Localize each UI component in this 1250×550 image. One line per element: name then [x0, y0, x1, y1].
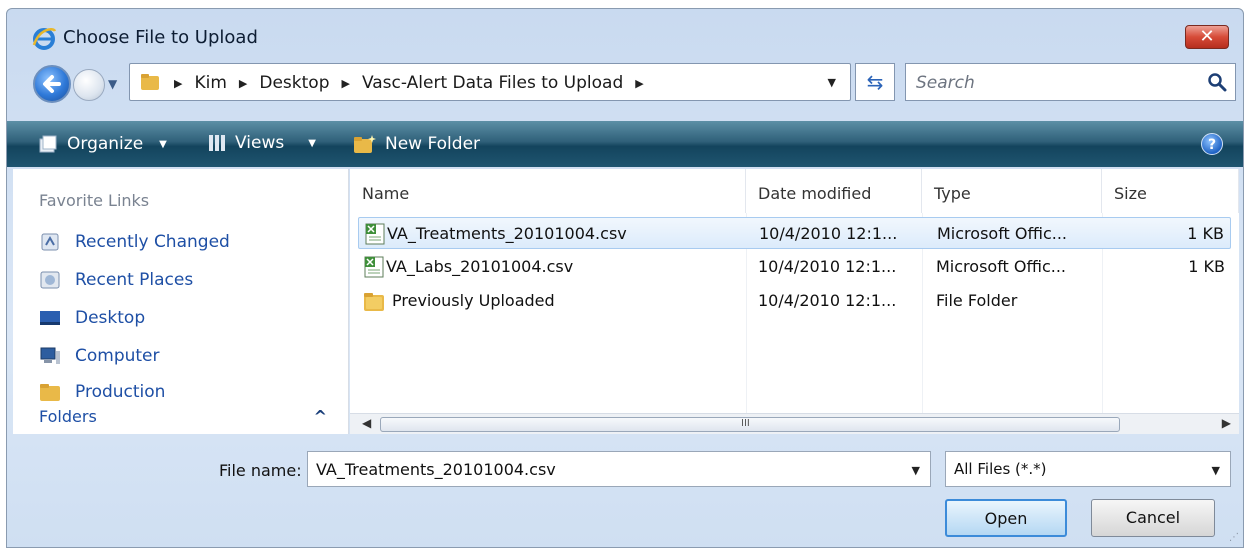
nav-item-label: Production [75, 382, 166, 402]
breadcrumb: ▶ Kim ▶ Desktop ▶ Vasc-Alert Data Files … [168, 73, 656, 93]
organize-label: Organize [67, 134, 144, 154]
file-type-select[interactable]: All Files (*.*) ▼ [945, 451, 1231, 487]
column-header-label: Name [362, 184, 410, 203]
cancel-button[interactable]: Cancel [1091, 499, 1215, 537]
file-name-input[interactable]: VA_Treatments_20101004.csv ▼ [307, 451, 931, 487]
folders-toggle[interactable]: Folders ^ [39, 407, 339, 433]
refresh-icon: ⇆ [866, 70, 884, 94]
desktop-icon [40, 311, 60, 325]
folder-icon [141, 74, 159, 90]
window-title: Choose File to Upload [63, 27, 258, 48]
address-bar[interactable]: ▶ Kim ▶ Desktop ▶ Vasc-Alert Data Files … [129, 63, 851, 101]
file-type: File Folder [936, 291, 1018, 310]
nav-item-label: Desktop [75, 308, 146, 328]
scroll-right-icon[interactable]: ▶ [1222, 416, 1231, 430]
title-bar[interactable]: Choose File to Upload ✕ [7, 9, 1243, 55]
recently-changed-icon [41, 233, 59, 251]
address-dropdown-icon[interactable]: ▼ [828, 76, 836, 89]
column-header-label: Size [1114, 184, 1147, 203]
file-name-value: VA_Treatments_20101004.csv [316, 460, 556, 479]
search-icon[interactable] [1207, 72, 1227, 92]
recent-places-icon [40, 271, 60, 289]
nav-item-recently-changed[interactable]: Recently Changed [39, 231, 230, 253]
file-date: 10/4/2010 12:1... [758, 291, 897, 310]
file-size: 1 KB [1188, 257, 1225, 276]
breadcrumb-item-kim[interactable]: Kim [194, 73, 226, 93]
open-button[interactable]: Open [945, 499, 1067, 537]
file-name: VA_Treatments_20101004.csv [387, 224, 627, 243]
folder-icon [364, 293, 384, 311]
resize-grip-icon[interactable]: ⋰ [1229, 532, 1239, 543]
file-row[interactable]: VA_Treatments_20101004.csv 10/4/2010 12:… [358, 217, 1231, 249]
views-dropdown-icon: ▼ [308, 137, 316, 149]
chevron-down-icon: ▼ [1211, 464, 1220, 477]
breadcrumb-item-vasc-alert[interactable]: Vasc-Alert Data Files to Upload [362, 73, 623, 93]
column-header-label: Date modified [758, 184, 872, 203]
new-folder-label: New Folder [385, 134, 481, 154]
new-folder-button[interactable]: New Folder [353, 133, 480, 155]
navigation-pane: Favorite Links Recently Changed Recent P… [13, 169, 349, 434]
views-button[interactable]: Views ▼ [207, 133, 316, 153]
command-toolbar: Organize ▼ Views ▼ New Folder ? [7, 121, 1243, 167]
favorite-links-heading: Favorite Links [39, 191, 150, 210]
refresh-button[interactable]: ⇆ [855, 63, 895, 101]
breadcrumb-separator-icon[interactable]: ▶ [341, 77, 349, 90]
history-dropdown-icon[interactable]: ▼ [108, 77, 117, 91]
excel-csv-icon [365, 223, 385, 245]
forward-button[interactable] [73, 69, 105, 101]
search-input[interactable]: Search [905, 63, 1236, 101]
organize-button[interactable]: Organize ▼ [37, 133, 167, 155]
scroll-left-icon[interactable]: ◀ [362, 416, 371, 430]
views-label: Views [235, 133, 285, 153]
column-header-date-modified[interactable]: Date modified [746, 169, 922, 213]
organize-icon [39, 135, 57, 153]
chevron-up-icon: ^ [313, 407, 327, 426]
file-date: 10/4/2010 12:1... [759, 224, 898, 243]
file-list: Name Date modified Type Size VA_Treatmen… [350, 169, 1239, 434]
column-header-size[interactable]: Size [1102, 169, 1239, 213]
file-type-value: All Files (*.*) [954, 460, 1047, 478]
computer-icon [40, 347, 60, 364]
file-row[interactable]: VA_Labs_20101004.csv 10/4/2010 12:1... M… [358, 251, 1231, 283]
nav-item-label: Recent Places [75, 270, 194, 290]
nav-item-label: Recently Changed [75, 232, 230, 252]
column-header-type[interactable]: Type [922, 169, 1102, 213]
file-name: VA_Labs_20101004.csv [386, 257, 574, 276]
file-name-label: File name: [219, 461, 302, 480]
views-icon [209, 135, 225, 151]
breadcrumb-separator-icon[interactable]: ▶ [174, 77, 182, 90]
column-header-name[interactable]: Name [350, 169, 746, 213]
nav-item-label: Computer [75, 346, 160, 366]
nav-item-computer[interactable]: Computer [39, 345, 160, 367]
back-arrow-icon [43, 75, 61, 93]
file-size: 1 KB [1187, 224, 1224, 243]
search-placeholder: Search [916, 73, 975, 93]
file-name-dropdown-icon[interactable]: ▼ [912, 464, 920, 477]
nav-item-desktop[interactable]: Desktop [39, 307, 145, 329]
folder-icon [40, 384, 60, 401]
file-type: Microsoft Offic... [936, 257, 1067, 276]
close-button[interactable]: ✕ [1185, 25, 1229, 49]
new-folder-icon [354, 135, 376, 153]
help-icon[interactable]: ? [1201, 133, 1223, 155]
folders-label: Folders [39, 407, 97, 426]
organize-dropdown-icon: ▼ [159, 138, 167, 150]
breadcrumb-item-desktop[interactable]: Desktop [259, 73, 329, 93]
file-dialog-window: Choose File to Upload ✕ ▼ ▶ Kim ▶ Deskto… [6, 8, 1244, 548]
back-button[interactable] [33, 65, 71, 103]
file-type: Microsoft Offic... [937, 224, 1068, 243]
nav-item-production[interactable]: Production [39, 381, 165, 403]
nav-item-recent-places[interactable]: Recent Places [39, 269, 193, 291]
excel-csv-icon [364, 256, 384, 278]
breadcrumb-separator-icon[interactable]: ▶ [635, 77, 643, 90]
grip-icon: III [741, 418, 750, 429]
file-row[interactable]: Previously Uploaded 10/4/2010 12:1... Fi… [358, 285, 1231, 317]
internet-explorer-icon [32, 28, 57, 50]
file-name: Previously Uploaded [392, 291, 555, 310]
breadcrumb-separator-icon[interactable]: ▶ [239, 77, 247, 90]
column-header-label: Type [934, 184, 971, 203]
horizontal-scrollbar[interactable]: ◀ III ▶ [350, 413, 1239, 434]
scrollbar-thumb[interactable]: III [380, 417, 1120, 432]
file-date: 10/4/2010 12:1... [758, 257, 897, 276]
